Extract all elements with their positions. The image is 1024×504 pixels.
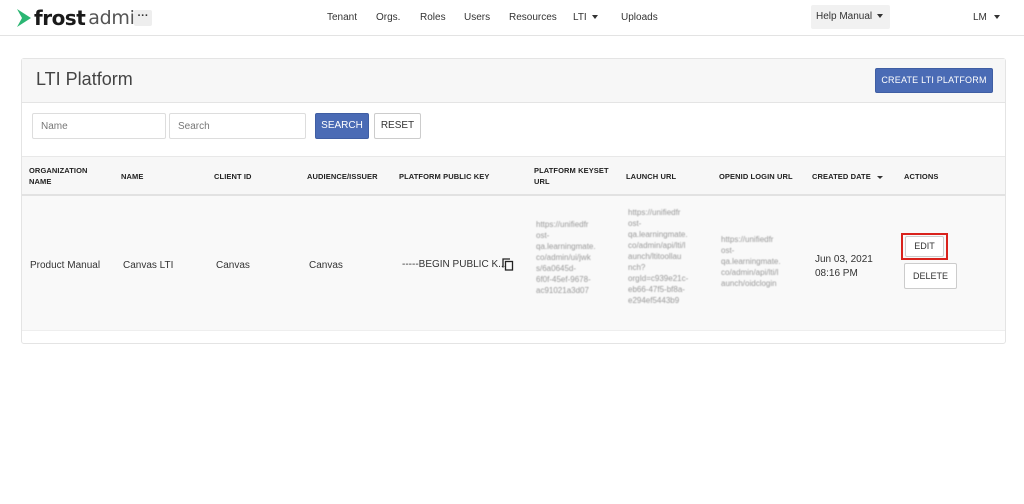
keyset-url-line: ost- bbox=[536, 231, 550, 240]
nav-users[interactable]: Users bbox=[464, 12, 490, 23]
logo-word: frost bbox=[34, 6, 86, 30]
column-client-id[interactable]: CLIENT ID bbox=[214, 171, 252, 182]
user-menu[interactable]: LM bbox=[973, 12, 1000, 23]
column-name[interactable]: NAME bbox=[121, 171, 143, 182]
nav-orgs[interactable]: Orgs. bbox=[376, 12, 400, 23]
more-menu-button[interactable]: ··· bbox=[134, 10, 152, 26]
launch-url-line: aunch/ltitoollau bbox=[628, 252, 682, 261]
search-button[interactable]: SEARCH bbox=[315, 113, 369, 139]
keyset-url-line: https://unifiedfr bbox=[536, 220, 589, 229]
openid-url-line: co/admin/api/lti/l bbox=[721, 268, 779, 277]
nav-uploads[interactable]: Uploads bbox=[621, 12, 658, 23]
search-input[interactable]: Search bbox=[169, 113, 306, 139]
cell-audience: Canvas bbox=[309, 260, 343, 271]
launch-url-line: orgId=c939e21c- bbox=[628, 274, 689, 283]
openid-url-line: https://unifiedfr bbox=[721, 235, 774, 244]
nav-resources[interactable]: Resources bbox=[509, 12, 557, 23]
launch-url-line: ost- bbox=[628, 219, 642, 228]
cell-openid-url: https://unifiedfr ost- qa.learningmate. … bbox=[721, 234, 781, 289]
chevron-down-icon bbox=[877, 14, 884, 19]
table-header: ORGANIZATION NAME NAME CLIENT ID AUDIENC… bbox=[22, 156, 1005, 196]
reset-button[interactable]: RESET bbox=[374, 113, 421, 139]
table-row: Product Manual Canvas LTI Canvas Canvas … bbox=[22, 196, 1005, 331]
app-logo[interactable]: frost admin bbox=[16, 6, 147, 30]
user-initials: LM bbox=[973, 12, 987, 23]
panel-header: LTI Platform CREATE LTI PLATFORM bbox=[22, 59, 1005, 103]
openid-url-line: ost- bbox=[721, 246, 735, 255]
sort-desc-icon bbox=[876, 175, 883, 179]
create-lti-platform-button[interactable]: CREATE LTI PLATFORM bbox=[875, 68, 993, 93]
cell-launch-url: https://unifiedfr ost- qa.learningmate. … bbox=[628, 207, 688, 306]
cell-name: Canvas LTI bbox=[123, 260, 174, 271]
column-platform-public-key[interactable]: PLATFORM PUBLIC KEY bbox=[399, 171, 490, 182]
launch-url-line: e294ef5443b9 bbox=[628, 296, 680, 305]
keyset-url-line: s/6a0645d- bbox=[536, 264, 577, 273]
cell-organization: Product Manual bbox=[30, 260, 101, 271]
column-created-date-label: CREATED DATE bbox=[812, 172, 871, 181]
launch-url-line: https://unifiedfr bbox=[628, 208, 681, 217]
keyset-url-line: 6f0f-45ef-9678- bbox=[536, 275, 591, 284]
top-navbar: frost admin ··· Tenant Orgs. Roles Users… bbox=[0, 0, 1024, 36]
name-filter-input[interactable]: Name bbox=[32, 113, 166, 139]
chevron-arrow-icon bbox=[17, 9, 31, 27]
column-created-date[interactable]: CREATED DATE bbox=[812, 171, 883, 182]
nav-tenant[interactable]: Tenant bbox=[327, 12, 357, 23]
column-organization-name[interactable]: ORGANIZATION NAME bbox=[29, 165, 109, 187]
help-manual-label: Help Manual bbox=[816, 11, 873, 22]
chevron-down-icon bbox=[993, 15, 1000, 20]
keyset-url-line: co/admin/ui/jwk bbox=[536, 253, 591, 262]
cell-client-id: Canvas bbox=[216, 260, 250, 271]
column-openid-login-url[interactable]: OPENID LOGIN URL bbox=[719, 171, 793, 182]
delete-button[interactable]: DELETE bbox=[904, 263, 957, 289]
launch-url-line: nch? bbox=[628, 263, 646, 272]
copy-icon[interactable] bbox=[502, 258, 514, 271]
launch-url-line: qa.learningmate. bbox=[628, 230, 688, 239]
keyset-url-line: ac91021a3d07 bbox=[536, 286, 589, 295]
created-date: Jun 03, 2021 bbox=[815, 254, 873, 265]
cell-created-date: Jun 03, 2021 08:16 PM bbox=[815, 253, 873, 281]
nav-lti-label: LTI bbox=[573, 12, 587, 23]
column-platform-keyset-url[interactable]: PLATFORM KEYSET URL bbox=[534, 165, 614, 187]
chevron-down-icon bbox=[591, 15, 598, 20]
openid-url-line: aunch/oidclogin bbox=[721, 279, 777, 288]
page-title: LTI Platform bbox=[36, 69, 133, 89]
cell-keyset-url: https://unifiedfr ost- qa.learningmate. … bbox=[536, 219, 596, 296]
edit-button[interactable]: EDIT bbox=[905, 236, 944, 257]
column-actions: ACTIONS bbox=[904, 172, 939, 181]
column-launch-url[interactable]: LAUNCH URL bbox=[626, 171, 676, 182]
cell-public-key: -----BEGIN PUBLIC K... bbox=[402, 259, 507, 270]
lti-platform-panel: LTI Platform CREATE LTI PLATFORM Name Se… bbox=[21, 58, 1006, 344]
nav-roles[interactable]: Roles bbox=[420, 12, 446, 23]
help-manual-dropdown[interactable]: Help Manual bbox=[811, 5, 890, 29]
openid-url-line: qa.learningmate. bbox=[721, 257, 781, 266]
column-audience-issuer[interactable]: AUDIENCE/ISSUER bbox=[307, 171, 378, 182]
keyset-url-line: qa.learningmate. bbox=[536, 242, 596, 251]
launch-url-line: co/admin/api/lti/l bbox=[628, 241, 686, 250]
nav-lti[interactable]: LTI bbox=[573, 12, 598, 23]
created-time: 08:16 PM bbox=[815, 268, 858, 279]
launch-url-line: eb66-47f5-bf8a- bbox=[628, 285, 685, 294]
